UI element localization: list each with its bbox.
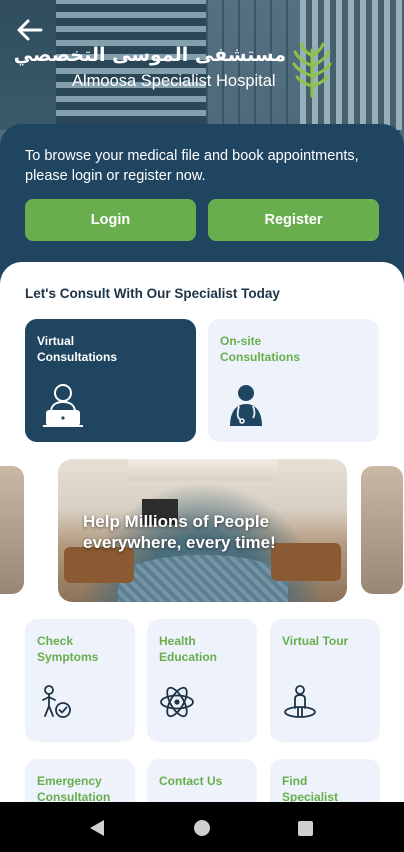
banner-ceiling [128, 459, 278, 481]
register-button[interactable]: Register [208, 199, 379, 241]
onsite-consultations-label: On-site Consultations [220, 334, 300, 364]
login-message: To browse your medical file and book app… [25, 148, 359, 184]
palm-leaf-logo-icon [292, 42, 332, 98]
promo-banner[interactable]: Help Millions of People everywhere, ever… [58, 459, 347, 602]
check-symptoms-card[interactable]: Check Symptoms [25, 619, 135, 742]
doctor-laptop-icon [43, 384, 83, 427]
virtual-consultations-card[interactable]: Virtual Consultations [25, 319, 196, 442]
doctor-icon [230, 385, 262, 426]
logo-english-text: Almoosa Specialist Hospital [72, 72, 276, 90]
virtual-tour-label: Virtual Tour [282, 634, 349, 648]
emergency-consultation-label: Emergency Consultation [37, 774, 111, 804]
contact-us-label: Contact Us [159, 774, 223, 788]
back-button[interactable] [14, 14, 46, 46]
carousel-prev-slide[interactable] [0, 466, 24, 594]
health-education-card[interactable]: Health Education [147, 619, 257, 742]
check-symptoms-label: Check Symptoms [37, 634, 99, 664]
banner-rug [118, 555, 288, 602]
find-specialist-label: Find Specialist [282, 774, 339, 804]
check-symptoms-icon [42, 685, 71, 718]
hospital-logo: مستشفى الموسى التخصصي Almoosa Specialist… [14, 42, 336, 104]
banner-text: Help Millions of People everywhere, ever… [83, 512, 276, 552]
carousel-next-slide[interactable] [361, 466, 403, 594]
section-title: Let's Consult With Our Specialist Today [25, 286, 280, 301]
virtual-consultations-label: Virtual Consultations [37, 334, 117, 364]
system-nav-bar [0, 802, 404, 852]
nav-recents-icon[interactable] [298, 821, 313, 836]
atom-icon [160, 686, 194, 718]
arrow-left-icon [17, 19, 43, 41]
nav-back-icon[interactable] [88, 818, 106, 838]
logo-arabic-text: مستشفى الموسى التخصصي [13, 44, 286, 66]
onsite-consultations-card[interactable]: On-site Consultations [208, 319, 379, 442]
nav-home-icon[interactable] [194, 820, 210, 836]
health-education-label: Health Education [159, 634, 218, 664]
virtual-tour-card[interactable]: Virtual Tour [270, 619, 380, 742]
login-button[interactable]: Login [25, 199, 196, 241]
virtual-tour-icon [284, 685, 316, 718]
